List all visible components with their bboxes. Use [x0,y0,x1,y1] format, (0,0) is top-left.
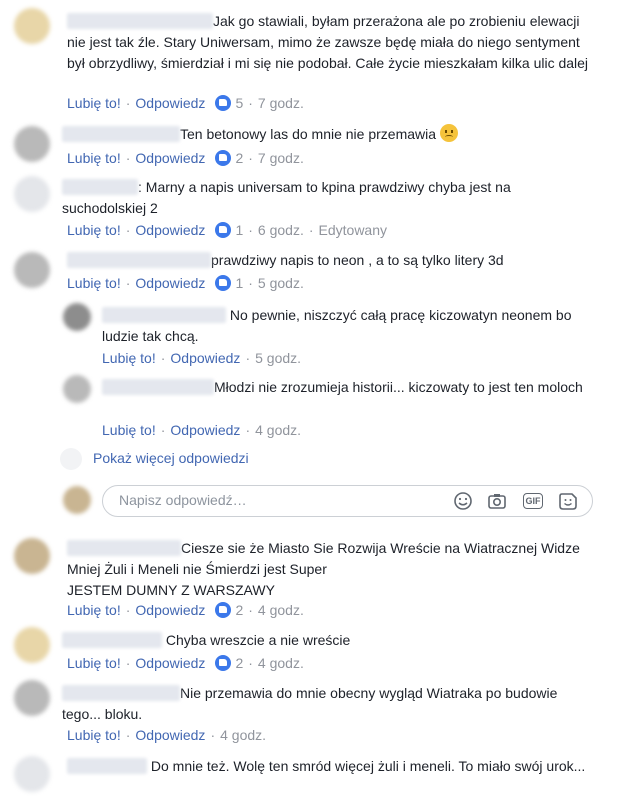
comment-body: Do mnie też. Wolę ten smród więcej żuli … [67,756,592,777]
comment-text: Chyba wreszcie a nie wreście [165,632,351,648]
comment-text: Do mnie też. Wolę ten smród więcej żuli … [150,758,586,774]
like-reaction-icon[interactable] [215,95,232,111]
avatar[interactable] [14,627,50,663]
author-name[interactable] [67,252,211,268]
avatar[interactable] [14,538,50,574]
author-name[interactable] [102,379,214,395]
avatar [63,486,91,514]
comment-thread: Jak go stawiali, byłam przerażona ale po… [0,0,626,798]
like-reaction-icon[interactable] [215,655,232,671]
like-link[interactable]: Lubię to! [102,422,156,438]
like-link[interactable]: Lubię to! [67,222,121,238]
smiley-icon[interactable] [453,491,473,511]
timestamp[interactable]: 6 godz. [258,222,304,238]
comment-body: Ciesze sie że Miasto Sie Rozwija Wreście… [67,538,592,601]
author-name[interactable] [67,540,181,556]
timestamp[interactable]: 5 godz. [258,275,304,291]
reply-link[interactable]: Odpowiedz [135,95,205,111]
reply-link[interactable]: Odpowiedz [135,655,205,671]
author-name[interactable] [62,632,162,648]
reply-text: Młodzi nie zrozumieja historii... kiczow… [214,379,583,395]
confused-face-icon [439,124,458,142]
reaction-count[interactable]: 1 [235,275,243,291]
like-link[interactable]: Lubię to! [67,602,121,618]
sticker-icon[interactable] [558,491,578,511]
comment-body: Chyba wreszcie a nie wreście [62,630,592,651]
reply-link[interactable]: Odpowiedz [135,150,205,166]
comment-actions: Lubię to! · Odpowiedz · 4 godz. [67,727,267,743]
avatar[interactable] [14,176,50,212]
author-name[interactable] [62,126,180,142]
reply-actions: Lubię to! · Odpowiedz · 4 godz. [102,422,302,438]
like-link[interactable]: Lubię to! [67,727,121,743]
reply-link[interactable]: Odpowiedz [135,275,205,291]
reply-link[interactable]: Odpowiedz [170,422,240,438]
camera-icon[interactable] [487,491,507,511]
avatar[interactable] [14,8,50,44]
reaction-count[interactable]: 2 [235,602,243,618]
show-more-replies-link[interactable]: Pokaż więcej odpowiedzi [93,450,249,466]
reply-composer[interactable]: GIF [102,485,593,517]
avatar[interactable] [14,756,50,792]
author-name[interactable] [62,685,180,701]
like-link[interactable]: Lubię to! [67,275,121,291]
comment-actions: Lubię to! · Odpowiedz 2 · 4 godz. [67,602,304,618]
edited-label[interactable]: Edytowany [319,222,387,238]
avatar[interactable] [14,252,50,288]
gif-icon[interactable]: GIF [523,493,543,509]
avatar[interactable] [63,375,91,403]
reply-input[interactable] [117,491,421,509]
avatar[interactable] [63,303,91,331]
avatar[interactable] [14,126,50,162]
reply-body: No pewnie, niszczyć całą pracę kiczowaty… [102,305,592,347]
like-link[interactable]: Lubię to! [102,350,156,366]
comment-body: : Marny a napis universam to kpina prawd… [62,177,582,219]
timestamp[interactable]: 4 godz. [220,727,266,743]
reply-link[interactable]: Odpowiedz [135,727,205,743]
reply-link[interactable]: Odpowiedz [135,222,205,238]
comment-actions: Lubię to! · Odpowiedz 2 · 4 godz. [67,655,304,671]
timestamp[interactable]: 4 godz. [255,422,301,438]
comment-body: prawdziwy napis to neon , a to są tylko … [67,250,592,271]
comment-text: Ten betonowy las do mnie nie przemawia [180,126,437,142]
author-name[interactable] [62,179,138,195]
author-name[interactable] [67,13,213,29]
comment-actions: Lubię to! · Odpowiedz 1 · 6 godz. · Edytowany [67,222,387,238]
reply-arrow-icon [60,448,82,470]
like-link[interactable]: Lubię to! [67,655,121,671]
author-name[interactable] [102,307,226,323]
like-reaction-icon[interactable] [215,150,232,166]
comment-actions: Lubię to! · Odpowiedz 2 · 7 godz. [67,150,304,166]
timestamp[interactable]: 4 godz. [258,655,304,671]
reaction-count[interactable]: 5 [235,95,243,111]
comment-actions: Lubię to! · Odpowiedz 5 · 7 godz. [67,95,304,111]
like-link[interactable]: Lubię to! [67,95,121,111]
reaction-count[interactable]: 2 [235,150,243,166]
reaction-count[interactable]: 2 [235,655,243,671]
reply-link[interactable]: Odpowiedz [170,350,240,366]
comment-text-line: JESTEM DUMNY Z WARSZAWY [67,582,275,598]
avatar[interactable] [14,680,50,716]
comment-body: Nie przemawia do mnie obecny wygląd Wiat… [62,683,592,725]
comment-text: prawdziwy napis to neon , a to są tylko … [211,252,504,268]
timestamp[interactable]: 4 godz. [258,602,304,618]
reply-body: Młodzi nie zrozumieja historii... kiczow… [102,377,592,398]
timestamp[interactable]: 5 godz. [255,350,301,366]
like-reaction-icon[interactable] [215,602,232,618]
like-reaction-icon[interactable] [215,222,232,238]
like-link[interactable]: Lubię to! [67,150,121,166]
like-reaction-icon[interactable] [215,275,232,291]
comment-actions: Lubię to! · Odpowiedz 1 · 5 godz. [67,275,304,291]
reply-actions: Lubię to! · Odpowiedz · 5 godz. [102,350,302,366]
timestamp[interactable]: 7 godz. [258,150,304,166]
reaction-count[interactable]: 1 [235,222,243,238]
comment-body: Ten betonowy las do mnie nie przemawia [62,124,592,145]
comment-body: Jak go stawiali, byłam przerażona ale po… [67,11,592,74]
reply-link[interactable]: Odpowiedz [135,602,205,618]
timestamp[interactable]: 7 godz. [258,95,304,111]
author-name[interactable] [67,758,147,774]
